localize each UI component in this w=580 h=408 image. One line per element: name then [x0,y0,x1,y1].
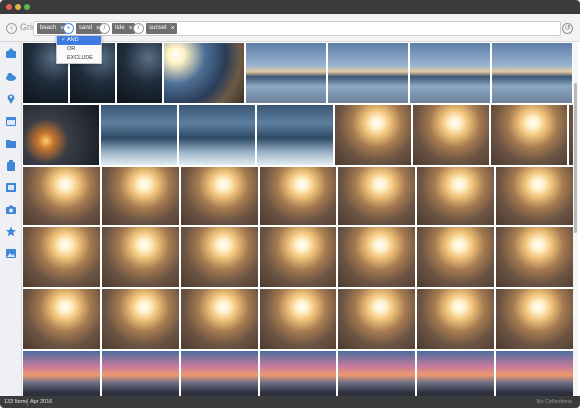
photo-thumbnail[interactable] [417,351,495,396]
photo-thumbnail[interactable] [413,105,489,165]
operator-button-2[interactable]: / [99,23,110,34]
photo-thumbnail[interactable] [496,167,573,225]
history-icon[interactable]: ↺ [562,23,573,34]
photo-thumbnail[interactable] [180,289,258,349]
photo-thumbnail[interactable] [101,289,179,349]
keyword-tag-icon[interactable] [5,160,17,171]
photo-thumbnail[interactable] [101,105,177,165]
import-icon[interactable] [5,48,17,59]
scroll-thumb[interactable] [574,83,577,233]
status-divider [27,398,28,406]
image-icon[interactable] [5,248,17,259]
remove-chip-icon[interactable]: × [171,23,175,34]
operator-button-1[interactable]: + [63,23,74,34]
chip-label: sand [79,25,93,31]
collection-status: No Collections [536,399,572,405]
photo-thumbnail[interactable] [180,227,258,287]
close-window-button[interactable] [6,4,12,10]
photo-grid [23,43,573,396]
photo-thumbnail[interactable] [338,227,416,287]
photo-thumbnail[interactable] [417,289,495,349]
photo-thumbnail[interactable] [180,167,258,225]
camera-icon[interactable] [5,204,17,215]
photo-thumbnail[interactable] [180,351,258,396]
photo-thumbnail[interactable] [246,43,326,103]
minimize-window-button[interactable] [15,4,21,10]
photo-thumbnail[interactable] [23,105,99,165]
photo-thumbnail[interactable] [23,227,100,287]
photo-thumbnail[interactable] [328,43,408,103]
photo-thumbnail[interactable] [259,351,337,396]
photo-thumbnail[interactable] [496,289,573,349]
menu-item-and[interactable]: ✓AND [57,36,101,45]
photo-thumbnail[interactable] [23,351,100,396]
maximize-window-button[interactable] [24,4,30,10]
photo-thumbnail[interactable] [179,105,255,165]
search-chip-beach[interactable]: beach × [37,23,67,34]
status-bar: 133 Items Apr 2016 No Collections [0,396,580,408]
folder-icon[interactable] [5,138,17,149]
menu-item-or[interactable]: OR [57,45,101,54]
photo-thumbnail[interactable] [259,289,337,349]
menu-item-label: AND [67,37,79,43]
photo-thumbnail[interactable] [492,43,572,103]
menu-item-exclude[interactable]: EXCLUDE [57,54,101,63]
search-chip-tide[interactable]: tide × [112,23,135,34]
photo-thumbnail[interactable] [259,227,337,287]
photo-thumbnail[interactable] [410,43,490,103]
chip-label: sunset [149,25,167,31]
date-range: Apr 2016 [30,399,53,405]
search-chip-sunset[interactable]: sunset × [146,23,177,34]
photo-thumbnail[interactable] [338,289,416,349]
photo-thumbnail[interactable] [259,167,337,225]
photo-thumbnail[interactable] [335,105,411,165]
photo-thumbnail[interactable] [338,351,416,396]
photo-thumbnail[interactable] [101,167,179,225]
chip-label: tide [115,25,125,31]
title-bar [0,0,580,14]
photo-thumbnail[interactable] [23,167,100,225]
menu-item-label: EXCLUDE [67,55,93,61]
back-button[interactable]: ‹ [6,23,17,34]
photo-thumbnail[interactable] [23,289,100,349]
photo-thumbnail[interactable] [117,43,162,103]
photo-thumbnail[interactable] [338,167,416,225]
photo-thumbnail[interactable] [417,167,495,225]
photo-thumbnail[interactable] [417,227,495,287]
app-window: ‹ Grid beach × + sand × / tide × / sunse… [0,0,580,408]
item-count: 133 Items [4,399,29,405]
sidebar [0,42,22,396]
grid-view-icon[interactable] [5,182,17,193]
photo-thumbnail[interactable] [164,43,244,103]
operator-button-3[interactable]: / [133,23,144,34]
photo-thumbnail[interactable] [101,351,179,396]
photo-thumbnail[interactable] [496,351,573,396]
scrollbar[interactable] [573,43,578,396]
operator-menu: ✓AND OR EXCLUDE [56,35,102,64]
cloud-icon[interactable] [5,71,17,82]
calendar-icon[interactable] [5,116,17,127]
photo-thumbnail[interactable] [491,105,567,165]
star-icon[interactable] [5,226,17,237]
chip-label: beach [40,25,57,31]
menu-item-label: OR [67,46,76,52]
location-pin-icon[interactable] [5,93,17,104]
photo-thumbnail[interactable] [496,227,573,287]
photo-thumbnail[interactable] [101,227,179,287]
photo-thumbnail[interactable] [257,105,333,165]
